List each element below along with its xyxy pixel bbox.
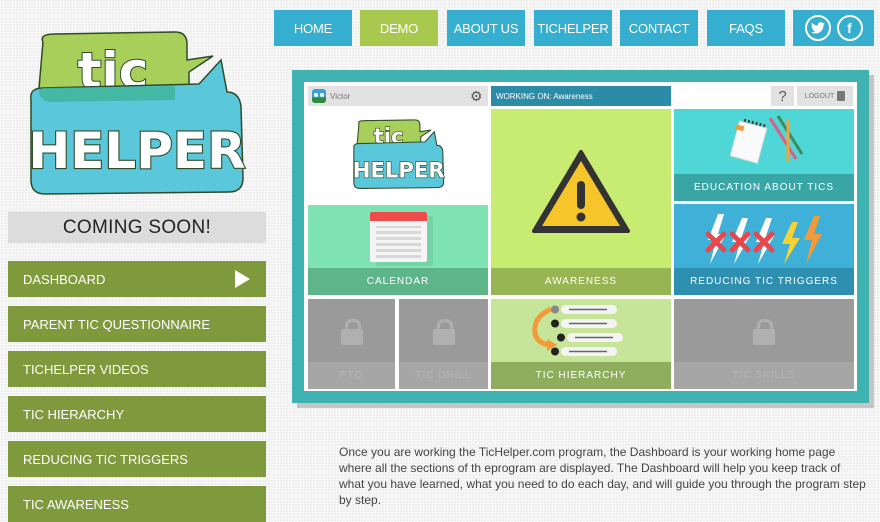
tile-ptq[interactable]: PTQ <box>308 299 395 389</box>
nav-home[interactable]: HOME <box>274 10 352 46</box>
sidebar-item-label: TIC AWARENESS <box>23 496 129 512</box>
mini-logo-icon: tic HELPER <box>352 119 445 189</box>
user-name: Victor <box>330 91 351 101</box>
hierarchy-list-icon <box>532 305 623 356</box>
warning-icon <box>532 150 630 233</box>
gear-icon[interactable]: ⚙ <box>470 89 484 103</box>
social-links: f <box>793 10 874 46</box>
tile-label: EDUCATION ABOUT TICS <box>674 174 854 201</box>
lock-icon <box>432 319 455 345</box>
logout-button[interactable]: LOGOUT <box>797 86 853 106</box>
tile-label: TIC SKILLS <box>674 362 854 389</box>
tile-tic-hierarchy[interactable]: TIC HIERARCHY <box>491 299 671 389</box>
sidebar-item-reducing-tic-triggers[interactable]: REDUCING TIC TRIGGERS <box>8 441 266 477</box>
play-arrow-icon <box>235 270 250 288</box>
tile-education-about-tics[interactable]: EDUCATION ABOUT TICS <box>674 109 854 201</box>
sidebar-item-tic-hierarchy[interactable]: TIC HIERARCHY <box>8 396 266 432</box>
sidebar-item-label: PARENT TIC QUESTIONNAIRE <box>23 316 211 332</box>
lock-icon <box>340 319 363 345</box>
nav-faqs[interactable]: FAQS <box>707 10 785 46</box>
sidebar-item-tichelper-videos[interactable]: TICHELPER VIDEOS <box>8 351 266 387</box>
notepad-pencils-icon <box>729 115 804 164</box>
sidebar-item-label: DASHBOARD <box>23 271 106 287</box>
tile-awareness[interactable]: AWARENESS <box>491 109 671 295</box>
sidebar-item-parent-tic-questionnaire[interactable]: PARENT TIC QUESTIONNAIRE <box>8 306 266 342</box>
tile-label: AWARENESS <box>491 268 671 295</box>
tile-label: REDUCING TIC TRIGGERS <box>674 268 854 295</box>
sidebar-item-label: TICHELPER VIDEOS <box>23 361 149 377</box>
sidebar-item-label: REDUCING TIC TRIGGERS <box>23 451 188 467</box>
working-on-bar: WORKING ON: Awareness <box>491 86 671 106</box>
tile-calendar[interactable]: CALENDAR <box>308 205 488 295</box>
user-bar: Victor ⚙ <box>308 86 488 106</box>
facebook-glyph: f <box>847 20 852 36</box>
lightning-bolts-icon <box>705 214 822 264</box>
coming-soon-banner: COMING SOON! <box>8 212 266 243</box>
lock-icon <box>753 319 775 345</box>
help-button[interactable]: ? <box>771 86 794 106</box>
twitter-icon[interactable] <box>804 15 831 41</box>
sidebar-item-label: TIC HIERARCHY <box>23 406 125 422</box>
dashboard-inner: Victor ⚙ WORKING ON: Awareness ? LOGOUT … <box>304 82 857 391</box>
tile-reducing-tic-triggers[interactable]: REDUCING TIC TRIGGERS <box>674 204 854 295</box>
nav-about-us[interactable]: ABOUT US <box>447 10 525 46</box>
tile-tic-skills[interactable]: TIC SKILLS <box>674 299 854 389</box>
svg-text:HELPER: HELPER <box>353 157 445 182</box>
dashboard-description: Once you are working the TicHelper.com p… <box>339 445 866 507</box>
nav-demo[interactable]: DEMO <box>360 10 438 46</box>
calendar-icon <box>370 212 427 262</box>
tile-label: TIC DRILL <box>399 362 488 389</box>
tile-label: TIC HIERARCHY <box>491 362 671 389</box>
tile-label: CALENDAR <box>308 268 488 295</box>
logout-door-icon <box>837 91 846 101</box>
sidebar-item-tic-awareness[interactable]: TIC AWARENESS <box>8 486 266 522</box>
sidebar-item-dashboard[interactable]: DASHBOARD <box>8 261 266 297</box>
logo-helper-text: HELPER <box>28 122 245 180</box>
tichelper-logo[interactable]: tic HELPER <box>25 30 255 200</box>
tile-label: PTQ <box>308 362 395 389</box>
mini-logo-tile: tic HELPER <box>308 109 488 203</box>
dashboard-preview: Victor ⚙ WORKING ON: Awareness ? LOGOUT … <box>292 70 869 403</box>
logout-label: LOGOUT <box>804 92 835 100</box>
facebook-icon[interactable]: f <box>836 15 863 41</box>
nav-contact[interactable]: CONTACT <box>620 10 698 46</box>
nav-tichelper[interactable]: TICHELPER <box>534 10 612 46</box>
user-avatar <box>312 89 326 103</box>
tile-tic-drill[interactable]: TIC DRILL <box>399 299 488 389</box>
